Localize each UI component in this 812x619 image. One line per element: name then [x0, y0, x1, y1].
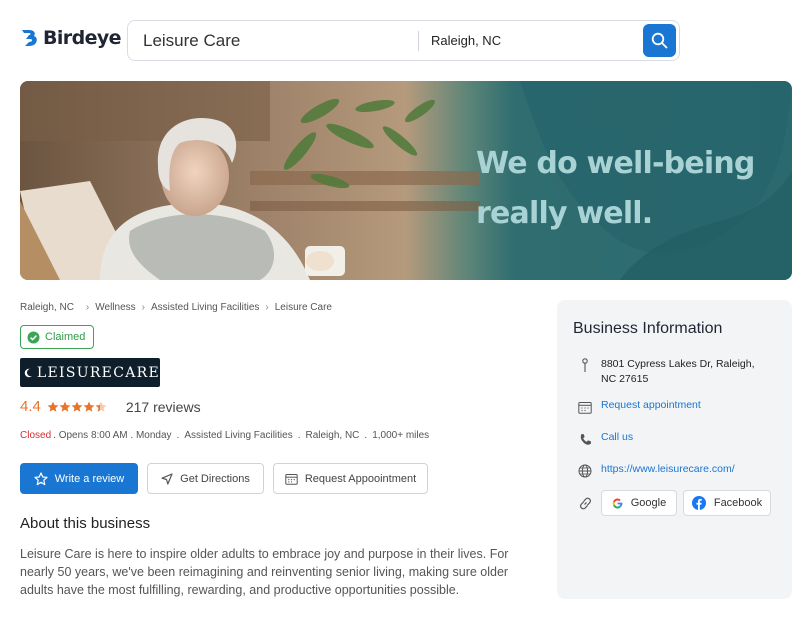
rating-row: 4.4 217 reviews: [20, 398, 201, 415]
birdeye-logo[interactable]: Birdeye: [20, 27, 122, 49]
star-icon: [59, 401, 71, 412]
social-row: Google Facebook: [577, 490, 771, 516]
meta-separator: .: [176, 430, 180, 441]
google-icon: [612, 498, 623, 508]
calendar-icon: [285, 473, 298, 485]
address-row: 8801 Cypress Lakes Dr, Raleigh, NC 27615: [577, 357, 771, 387]
review-count-link[interactable]: 217 reviews: [126, 399, 201, 415]
business-logo: LEISURECARE: [20, 358, 160, 387]
search-divider: [418, 30, 419, 51]
link-icon: [577, 495, 593, 511]
search-bar: [127, 20, 680, 61]
get-directions-label: Get Directions: [180, 472, 250, 485]
star-icon: [83, 401, 95, 412]
website-link[interactable]: https://www.leisurecare.com/: [601, 463, 735, 475]
request-appointment-link[interactable]: Request appointment: [601, 399, 701, 411]
location-input[interactable]: [431, 33, 631, 48]
breadcrumb: Raleigh, NC › Wellness › Assisted Living…: [20, 302, 332, 313]
breadcrumb-wellness[interactable]: Wellness: [95, 302, 135, 313]
business-location: Raleigh, NC: [305, 430, 360, 441]
birdeye-bird-icon: [22, 30, 37, 46]
banner-headline-line1: We do well-being: [476, 146, 755, 181]
banner-headline: We do well-being really well.: [476, 139, 755, 239]
rating-value: 4.4: [20, 398, 41, 415]
breadcrumb-separator: ›: [265, 302, 269, 313]
breadcrumb-business[interactable]: Leisure Care: [275, 302, 332, 313]
website-row: https://www.leisurecare.com/: [577, 463, 735, 479]
verified-check-icon: [27, 331, 40, 343]
meta-separator: .: [364, 430, 368, 441]
about-description: Leisure Care is here to inspire older ad…: [20, 547, 509, 597]
business-meta: Closed . Opens 8:00 AM . Monday . Assist…: [20, 430, 429, 441]
action-buttons: Write a review Get Directions Request Ap…: [20, 463, 428, 494]
facebook-icon: [691, 496, 706, 510]
breadcrumb-category[interactable]: Assisted Living Facilities: [151, 302, 259, 313]
phone-icon: [577, 431, 593, 447]
crescent-moon-icon: [24, 368, 34, 377]
business-category: Assisted Living Facilities: [184, 430, 293, 441]
star-rating: [47, 401, 107, 413]
request-appointment-button[interactable]: Request Appoointment: [273, 463, 428, 494]
star-icon: [71, 401, 83, 412]
breadcrumb-separator: ›: [85, 302, 90, 313]
claimed-badge: Claimed: [20, 325, 95, 349]
write-review-label: Write a review: [54, 472, 125, 485]
google-label: Google: [630, 497, 667, 509]
star-outline-icon: [34, 471, 48, 485]
breadcrumb-separator: ›: [141, 302, 145, 313]
meta-separator: .: [297, 430, 301, 441]
breadcrumb-city[interactable]: Raleigh, NC: [20, 302, 74, 313]
map-pin-icon: [577, 357, 593, 373]
business-distance: 1,000+ miles: [372, 430, 430, 441]
search-input[interactable]: [143, 30, 398, 51]
facebook-button[interactable]: Facebook: [683, 490, 771, 516]
opening-hours: . Opens 8:00 AM . Monday: [53, 430, 172, 441]
star-icon: [95, 401, 107, 412]
business-info-title: Business Information: [573, 320, 723, 337]
search-button[interactable]: [643, 24, 676, 57]
request-appointment-label: Request Appoointment: [304, 472, 417, 485]
hero-banner: We do well-being really well.: [20, 81, 792, 280]
address-text: 8801 Cypress Lakes Dr, Raleigh, NC 27615: [601, 358, 755, 385]
facebook-label: Facebook: [713, 497, 763, 509]
google-button[interactable]: Google: [601, 490, 677, 516]
call-us-link[interactable]: Call us: [601, 431, 633, 443]
business-info-card: Business Information 8801 Cypress Lakes …: [557, 300, 792, 599]
brand-name: Birdeye: [43, 27, 122, 49]
globe-icon: [577, 463, 593, 479]
search-icon: [651, 32, 668, 49]
claimed-label: Claimed: [45, 331, 86, 343]
appointment-row: Request appointment: [577, 399, 701, 415]
navigation-arrow-icon: [161, 472, 173, 485]
get-directions-button[interactable]: Get Directions: [147, 463, 264, 494]
business-logo-text: LEISURECARE: [36, 364, 160, 381]
write-review-button[interactable]: Write a review: [20, 463, 138, 494]
calendar-icon: [577, 399, 593, 415]
open-status: Closed: [20, 430, 52, 441]
banner-headline-line2: really well.: [476, 196, 653, 231]
star-icon: [47, 401, 59, 412]
about-title: About this business: [20, 515, 151, 532]
phone-row: Call us: [577, 431, 633, 447]
